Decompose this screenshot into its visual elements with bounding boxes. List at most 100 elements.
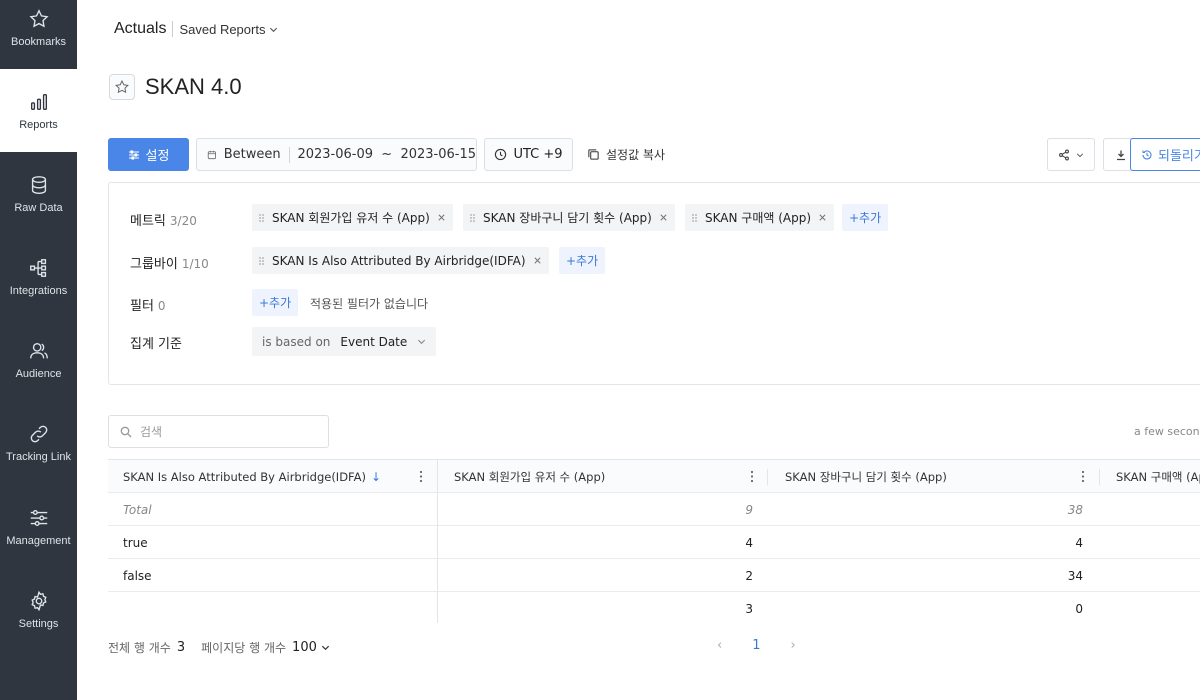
- copy-settings-button[interactable]: 설정값 복사: [587, 138, 665, 171]
- sidebar-item-label: Bookmarks: [10, 35, 67, 48]
- add-metric-button[interactable]: +추가: [842, 204, 889, 231]
- report-table: SKAN Is Also Attributed By Airbridge(IDF…: [108, 459, 1200, 623]
- bookmark-button[interactable]: [109, 74, 135, 100]
- breadcrumb: Actuals Saved Reports: [114, 20, 278, 38]
- sidebar-item-integrations[interactable]: Integrations: [0, 235, 77, 318]
- link-icon: [30, 425, 47, 442]
- sidebar-item-label: Settings: [18, 617, 59, 630]
- date-range-picker[interactable]: Between 2023-06-09 ~ 2023-06-15: [196, 138, 477, 171]
- column-divider[interactable]: [767, 469, 768, 485]
- column-header-idfa[interactable]: SKAN Is Also Attributed By Airbridge(IDF…: [108, 460, 438, 493]
- column-header-purchase[interactable]: SKAN 구매액 (App): [1101, 460, 1200, 493]
- search-input[interactable]: [140, 424, 320, 439]
- revert-button[interactable]: 되돌리기: [1130, 138, 1200, 171]
- column-divider[interactable]: [1099, 469, 1100, 485]
- close-icon[interactable]: [533, 256, 542, 265]
- chevron-down-icon: [321, 645, 329, 651]
- metrics-label: 메트릭 3/20: [130, 210, 197, 229]
- add-groupby-button[interactable]: +추가: [559, 247, 606, 274]
- revert-label: 되돌리기: [1158, 149, 1200, 164]
- rows-per-page-label: 페이지당 행 개수: [201, 641, 287, 655]
- settings-button[interactable]: 설정: [108, 138, 189, 171]
- table-row[interactable]: 3 0: [108, 592, 1200, 623]
- gear-icon: [30, 590, 47, 611]
- table-row[interactable]: false 2 34: [108, 559, 1200, 592]
- aggregation-prefix: is based on: [262, 334, 331, 349]
- sidebar-item-bookmarks[interactable]: Bookmarks: [0, 0, 77, 69]
- table-total-row: Total 9 38: [108, 493, 1200, 526]
- column-menu-icon[interactable]: [750, 470, 754, 483]
- toolbar: 설정 Between 2023-06-09 ~ 2023-06-15 UTC +…: [108, 138, 1200, 171]
- next-page-button[interactable]: ›: [790, 638, 795, 653]
- breadcrumb-actuals[interactable]: Actuals: [114, 20, 166, 38]
- drag-handle-icon[interactable]: [258, 213, 265, 223]
- table-cell: 3: [745, 601, 753, 616]
- prev-page-button[interactable]: ‹: [717, 638, 722, 653]
- database-icon: [31, 175, 46, 194]
- table-cell: true: [108, 526, 438, 559]
- metric-chip[interactable]: SKAN 구매액 (App): [685, 204, 835, 231]
- metric-chip[interactable]: SKAN 회원가입 유저 수 (App): [252, 204, 453, 231]
- column-header-label: SKAN 회원가입 유저 수 (App): [454, 469, 606, 484]
- sidebar-item-label: Management: [6, 534, 71, 547]
- drag-handle-icon[interactable]: [258, 256, 265, 266]
- column-header-signup[interactable]: SKAN 회원가입 유저 수 (App): [439, 460, 769, 493]
- drag-handle-icon[interactable]: [691, 213, 698, 223]
- sidebar-item-audience[interactable]: Audience: [0, 318, 77, 401]
- aggregation-label-text: 집계 기준: [130, 337, 182, 352]
- star-icon: [28, 8, 49, 28]
- saved-reports-label: Saved Reports: [179, 21, 266, 37]
- sidebar-item-label: Integrations: [9, 284, 68, 297]
- download-icon: [1117, 150, 1125, 160]
- breadcrumb-divider: [172, 21, 174, 37]
- report-config-panel: 메트릭 3/20 SKAN 회원가입 유저 수 (App) SKAN 장바구니 …: [108, 182, 1200, 385]
- aggregation-dropdown[interactable]: is based on Event Date: [252, 327, 436, 356]
- metrics-label-text: 메트릭: [130, 214, 166, 229]
- pagination: ‹ 1 ›: [717, 638, 796, 653]
- rows-per-page-select[interactable]: 100: [292, 640, 330, 655]
- sliders-icon: [30, 509, 47, 526]
- close-icon[interactable]: [818, 213, 827, 222]
- close-icon[interactable]: [437, 213, 446, 222]
- settings-label: 설정: [145, 149, 170, 164]
- column-menu-icon[interactable]: [419, 470, 423, 483]
- table-cell: [108, 592, 438, 623]
- total-rows-value: 3: [176, 640, 186, 655]
- sidebar-item-settings[interactable]: Settings: [0, 568, 77, 651]
- metrics-count: 3/20: [169, 214, 197, 228]
- sidebar-item-label: Raw Data: [14, 201, 63, 214]
- filter-label-text: 필터: [130, 299, 154, 314]
- copy-settings-label: 설정값 복사: [606, 148, 666, 162]
- close-icon[interactable]: [659, 213, 668, 222]
- search-box[interactable]: [108, 415, 329, 448]
- sort-desc-icon[interactable]: ↓: [371, 470, 381, 484]
- chevron-down-icon: [1076, 152, 1084, 157]
- page-number-current[interactable]: 1: [752, 638, 760, 653]
- drag-handle-icon[interactable]: [469, 213, 476, 223]
- column-header-cart[interactable]: SKAN 장바구니 담기 횟수 (App): [769, 460, 1099, 493]
- table-cell: 9: [745, 502, 753, 517]
- sidebar-item-tracking-link[interactable]: Tracking Link: [0, 401, 77, 484]
- metric-chip[interactable]: SKAN 장바구니 담기 횟수 (App): [463, 204, 675, 231]
- share-button[interactable]: [1047, 138, 1095, 171]
- copy-icon: [588, 149, 599, 160]
- sidebar-item-label: Reports: [19, 118, 58, 131]
- aggregation-value: Event Date: [340, 334, 408, 349]
- total-label: Total: [108, 493, 438, 526]
- sidebar-item-reports[interactable]: Reports: [0, 69, 77, 152]
- filter-count: 0: [157, 299, 166, 313]
- metric-chip-label: SKAN 구매액 (App): [705, 211, 812, 225]
- table-cell: 0: [1075, 601, 1083, 616]
- sidebar-item-management[interactable]: Management: [0, 485, 77, 568]
- metric-chip-label: SKAN 장바구니 담기 횟수 (App): [483, 211, 652, 225]
- column-menu-icon[interactable]: [1081, 470, 1085, 483]
- chevron-down-icon: [270, 27, 278, 32]
- column-header-label: SKAN 장바구니 담기 횟수 (App): [785, 469, 947, 484]
- saved-reports-dropdown[interactable]: Saved Reports: [179, 22, 278, 37]
- star-icon: [115, 79, 129, 94]
- table-row[interactable]: true 4 4: [108, 526, 1200, 559]
- timezone-button[interactable]: UTC +9: [484, 138, 573, 171]
- groupby-chip[interactable]: SKAN Is Also Attributed By Airbridge(IDF…: [252, 247, 549, 274]
- add-filter-button[interactable]: +추가: [252, 289, 299, 316]
- sidebar-item-raw-data[interactable]: Raw Data: [0, 152, 77, 235]
